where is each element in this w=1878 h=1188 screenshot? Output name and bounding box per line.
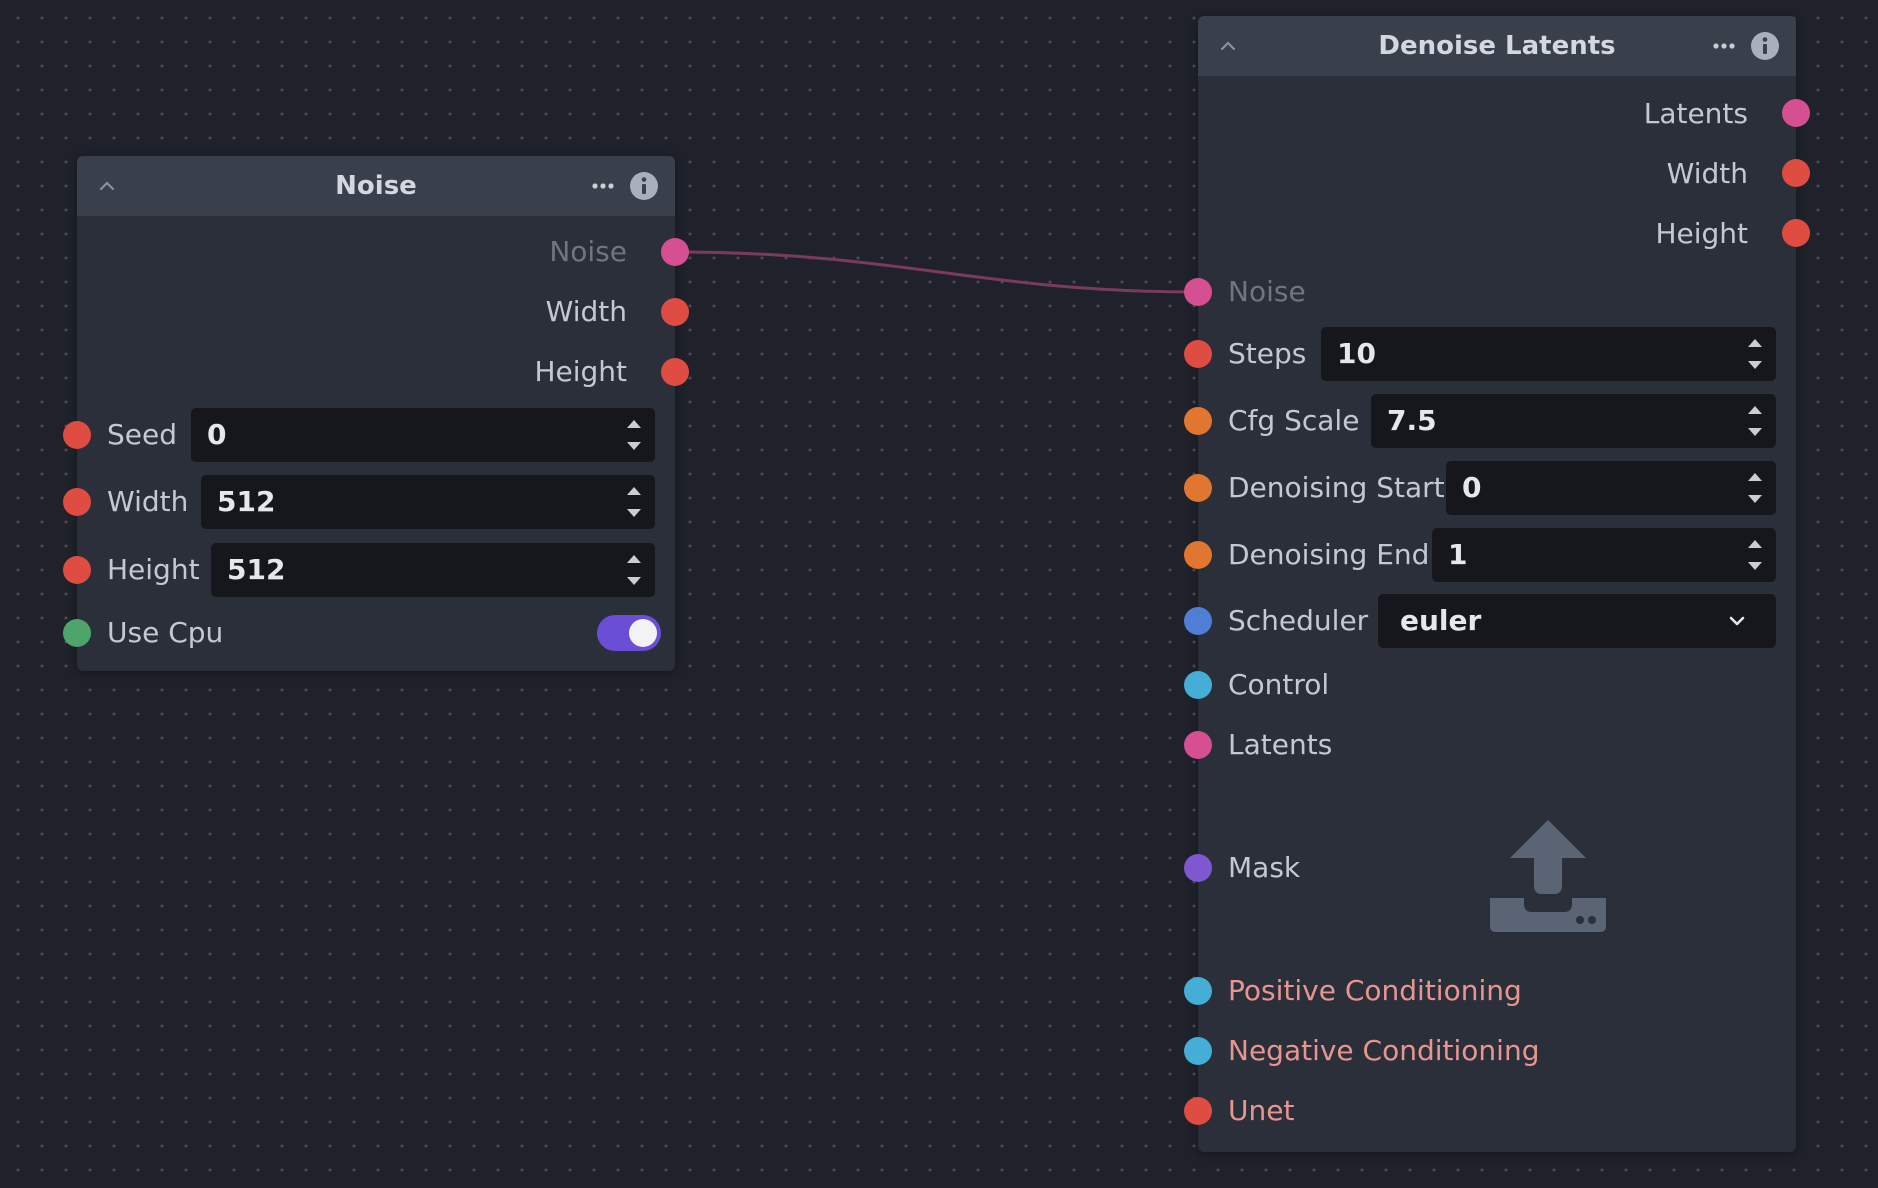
- control-label: Control: [1228, 668, 1330, 701]
- latents-output-label: Latents: [1643, 97, 1748, 130]
- denoising-end-label: Denoising End: [1228, 538, 1430, 571]
- info-icon[interactable]: [629, 171, 659, 201]
- seed-input-handle[interactable]: [63, 421, 91, 449]
- denoising-start-stepper: [1744, 465, 1766, 511]
- noise-input-label: Noise: [1228, 275, 1306, 308]
- noise-node[interactable]: Noise Noise Width Height Seed 0 Width 51…: [63, 156, 689, 671]
- more-horizontal-icon[interactable]: [588, 174, 618, 198]
- triangle-up-icon[interactable]: [623, 549, 645, 569]
- use-cpu-input-handle[interactable]: [63, 619, 91, 647]
- triangle-down-icon[interactable]: [623, 503, 645, 523]
- seed-value: 0: [207, 418, 227, 451]
- width-output-handle[interactable]: [1782, 159, 1810, 187]
- width-output-handle[interactable]: [661, 298, 689, 326]
- height-input-handle[interactable]: [63, 556, 91, 584]
- scheduler-select[interactable]: euler: [1378, 594, 1776, 648]
- denoise-node-header[interactable]: Denoise Latents: [1198, 16, 1796, 76]
- unet-input-handle[interactable]: [1184, 1097, 1212, 1125]
- noise-output-label: Noise: [549, 235, 627, 268]
- triangle-up-icon[interactable]: [1744, 333, 1766, 353]
- denoising-end-input-handle[interactable]: [1184, 541, 1212, 569]
- height-output-handle[interactable]: [1782, 219, 1810, 247]
- cfg-scale-value: 7.5: [1387, 404, 1437, 437]
- positive-conditioning-label: Positive Conditioning: [1228, 974, 1522, 1007]
- steps-input-handle[interactable]: [1184, 340, 1212, 368]
- steps-label: Steps: [1228, 337, 1307, 370]
- steps-stepper: [1744, 331, 1766, 377]
- latents-input-handle[interactable]: [1184, 731, 1212, 759]
- denoising-start-value: 0: [1462, 471, 1482, 504]
- width-output-label: Width: [1666, 157, 1748, 190]
- seed-stepper: [623, 412, 645, 458]
- cfg-scale-label: Cfg Scale: [1228, 404, 1360, 437]
- cfg-scale-input-handle[interactable]: [1184, 407, 1212, 435]
- triangle-down-icon[interactable]: [623, 436, 645, 456]
- noise-node-header[interactable]: Noise: [77, 156, 675, 216]
- toggle-knob: [629, 619, 657, 647]
- scheduler-input-handle[interactable]: [1184, 607, 1212, 635]
- triangle-up-icon[interactable]: [1744, 467, 1766, 487]
- use-cpu-toggle[interactable]: [597, 615, 661, 651]
- height-stepper: [623, 547, 645, 593]
- edge-noise-to-denoise[interactable]: [674, 250, 1199, 294]
- noise-input-handle[interactable]: [1184, 278, 1212, 306]
- denoising-end-stepper: [1744, 532, 1766, 578]
- width-stepper: [623, 479, 645, 525]
- cfg-scale-stepper: [1744, 398, 1766, 444]
- triangle-up-icon[interactable]: [1744, 400, 1766, 420]
- denoise-node-title: Denoise Latents: [1378, 31, 1616, 61]
- info-icon[interactable]: [1750, 31, 1780, 61]
- unet-label: Unet: [1228, 1094, 1295, 1127]
- noise-node-title: Noise: [335, 171, 417, 201]
- negative-conditioning-input-handle[interactable]: [1184, 1037, 1212, 1065]
- cfg-scale-field[interactable]: 7.5: [1371, 394, 1776, 448]
- width-field[interactable]: 512: [201, 475, 655, 529]
- steps-value: 10: [1337, 337, 1376, 370]
- latents-input-label: Latents: [1228, 728, 1333, 761]
- latents-output-handle[interactable]: [1782, 99, 1810, 127]
- steps-field[interactable]: 10: [1321, 327, 1776, 381]
- positive-conditioning-input-handle[interactable]: [1184, 977, 1212, 1005]
- noise-output-handle[interactable]: [661, 238, 689, 266]
- control-input-handle[interactable]: [1184, 671, 1212, 699]
- triangle-down-icon[interactable]: [1744, 556, 1766, 576]
- denoising-start-field[interactable]: 0: [1446, 461, 1776, 515]
- mask-label: Mask: [1228, 851, 1301, 884]
- scheduler-value: euler: [1400, 604, 1482, 637]
- height-output-label: Height: [534, 355, 627, 388]
- width-label: Width: [107, 485, 189, 518]
- denoising-start-label: Denoising Start: [1228, 471, 1445, 504]
- seed-label: Seed: [107, 418, 177, 451]
- height-field[interactable]: 512: [211, 543, 655, 597]
- triangle-up-icon[interactable]: [623, 481, 645, 501]
- scheduler-label: Scheduler: [1228, 604, 1369, 637]
- seed-field[interactable]: 0: [191, 408, 655, 462]
- denoising-end-field[interactable]: 1: [1432, 528, 1776, 582]
- upload-icon[interactable]: [1486, 812, 1610, 936]
- denoising-end-value: 1: [1448, 538, 1468, 571]
- triangle-up-icon[interactable]: [623, 414, 645, 434]
- use-cpu-label: Use Cpu: [107, 616, 224, 649]
- triangle-down-icon[interactable]: [1744, 355, 1766, 375]
- chevron-down-icon: [1726, 610, 1748, 632]
- width-value: 512: [217, 485, 276, 518]
- triangle-down-icon[interactable]: [1744, 422, 1766, 442]
- triangle-down-icon[interactable]: [1744, 489, 1766, 509]
- width-input-handle[interactable]: [63, 488, 91, 516]
- triangle-up-icon[interactable]: [1744, 534, 1766, 554]
- denoise-latents-node[interactable]: Denoise Latents Latents Width Height Noi…: [1184, 16, 1810, 1152]
- more-horizontal-icon[interactable]: [1709, 34, 1739, 58]
- triangle-down-icon[interactable]: [623, 571, 645, 591]
- height-value: 512: [227, 553, 286, 586]
- negative-conditioning-label: Negative Conditioning: [1228, 1034, 1540, 1067]
- width-output-label: Width: [545, 295, 627, 328]
- height-output-handle[interactable]: [661, 358, 689, 386]
- denoising-start-input-handle[interactable]: [1184, 474, 1212, 502]
- mask-input-handle[interactable]: [1184, 854, 1212, 882]
- height-output-label: Height: [1655, 217, 1748, 250]
- height-label: Height: [107, 553, 200, 586]
